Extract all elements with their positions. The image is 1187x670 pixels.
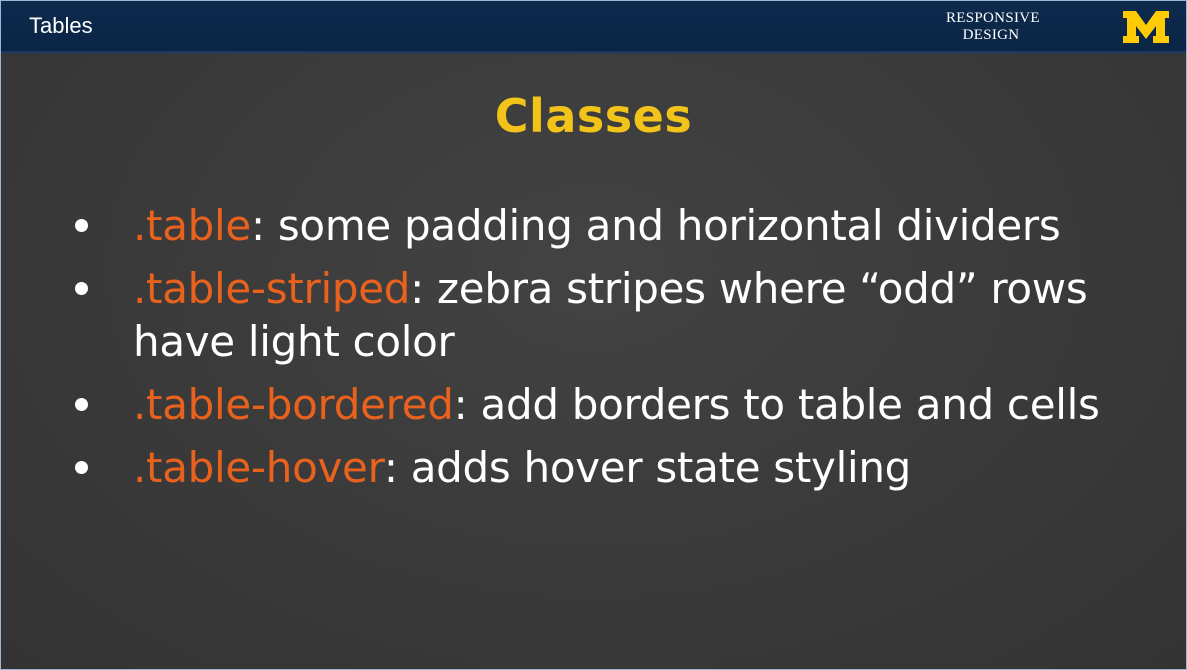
class-description: : some padding and horizontal dividers xyxy=(250,201,1061,250)
bullet-item: .table: some padding and horizontal divi… xyxy=(71,199,1161,252)
bullet-list: .table: some padding and horizontal divi… xyxy=(71,199,1161,504)
bullet-dot-icon xyxy=(75,282,88,295)
block-m-logo-icon xyxy=(1123,11,1169,43)
class-name-code: .table-bordered xyxy=(133,380,454,429)
brand-line-1: RESPONSIVE xyxy=(946,10,1040,26)
slide-heading: Classes xyxy=(494,89,693,143)
slide-header-bar: Tables RESPONSIVE DESIGN xyxy=(1,1,1186,53)
bullet-dot-icon xyxy=(75,398,88,411)
slide: Tables RESPONSIVE DESIGN Classes .table:… xyxy=(0,0,1187,670)
header-title: Tables xyxy=(29,13,93,38)
bullet-item: .table-striped: zebra stripes where “odd… xyxy=(71,262,1161,368)
brand-line-2: DESIGN xyxy=(962,27,1020,43)
bullet-dot-icon xyxy=(75,461,88,474)
class-description: : add borders to table and cells xyxy=(453,380,1100,429)
class-description: : adds hover state styling xyxy=(383,443,912,492)
class-name-code: .table xyxy=(133,201,251,250)
bullet-dot-icon xyxy=(75,219,88,232)
class-name-code: .table-striped xyxy=(133,264,411,313)
bullet-item: .table-hover: adds hover state styling xyxy=(71,441,1161,494)
class-name-code: .table-hover xyxy=(133,443,384,492)
bullet-item: .table-bordered: add borders to table an… xyxy=(71,378,1161,431)
course-brand: RESPONSIVE DESIGN xyxy=(946,10,1040,44)
